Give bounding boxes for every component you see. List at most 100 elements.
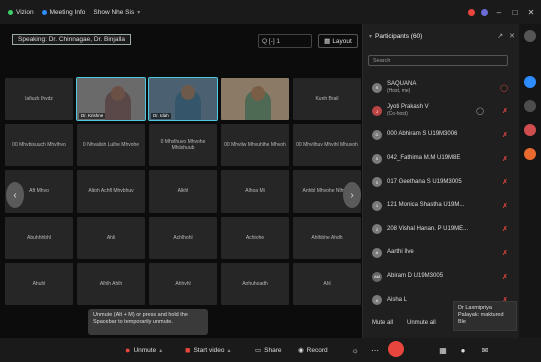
record-button[interactable]: ◉ Record <box>298 342 328 358</box>
mic-muted-icon[interactable]: ✗ <box>502 273 508 281</box>
participant-row[interactable]: 0 017 Geethana S U19M3005 ✗ <box>363 170 520 194</box>
participant-tile[interactable]: Ahlhbhe Ahdh <box>293 216 361 259</box>
participant-tile[interactable]: Alhoa Mi <box>221 170 289 213</box>
participant-tile[interactable]: Achlhohl <box>149 216 217 259</box>
view-menu[interactable]: Show Nhe Sis ▾ <box>93 9 140 16</box>
participant-tile[interactable]: 00 Mhvilhuv Mhvihl Mhuvoh <box>293 124 361 167</box>
mic-muted-icon[interactable]: ✗ <box>502 249 508 257</box>
mic-muted-icon[interactable]: ✗ <box>502 202 508 210</box>
participants-icon[interactable]: ● <box>456 343 470 357</box>
mic-muted-icon[interactable]: ✗ <box>502 225 508 233</box>
participant-row[interactable]: 2 208 Vishal Hanan. P U19ME... ✗ <box>363 218 520 242</box>
video-off-icon: ■ <box>185 345 191 355</box>
participant-row[interactable]: AM Abiram D U19M3005 ✗ <box>363 265 520 289</box>
participant-tile[interactable]: Ahuhl <box>5 262 73 305</box>
recording-icon <box>468 8 475 16</box>
previous-page-button[interactable]: ‹ <box>6 182 24 208</box>
app-icon[interactable] <box>524 76 536 88</box>
more-icon[interactable]: ⋯ <box>368 343 382 357</box>
participant-name: 017 Geethana S U19M3005 <box>387 178 462 185</box>
mic-icon[interactable]: ◯ <box>476 107 484 115</box>
app-icon[interactable] <box>524 100 536 112</box>
app-icon[interactable] <box>524 124 536 136</box>
avatar: 0 <box>372 177 382 188</box>
start-video-button[interactable]: ■ Start video ▴ <box>185 342 231 358</box>
chevron-right-icon: › <box>350 189 354 201</box>
participant-tile[interactable]: 00 Mhvilw Mhvuhlhe Mhvoh <box>221 124 289 167</box>
panel-controls: ↗ ✕ <box>497 32 515 40</box>
participant-tile[interactable]: Ahhvhl <box>149 262 217 305</box>
participant-tile[interactable]: Ahl <box>293 262 361 305</box>
gallery-zoom-control[interactable]: Q [-] 1 <box>258 34 312 48</box>
security-shield-icon[interactable] <box>8 9 13 15</box>
participant-tile[interactable]: 00 Mhvbisuuch Mhvlhvo <box>5 124 73 167</box>
participant-video-tile[interactable] <box>221 78 289 121</box>
apps-icon[interactable]: ▦ <box>436 343 450 357</box>
chevron-up-icon[interactable]: ▴ <box>159 347 162 354</box>
avatar: 1 <box>372 200 382 211</box>
participant-tile[interactable]: Abuhhhbhl <box>5 216 73 259</box>
reactions-icon[interactable]: ☼ <box>348 343 362 357</box>
info-icon <box>41 9 47 15</box>
layout-button[interactable]: ▦ Layout <box>318 34 358 48</box>
video-off-icon[interactable]: ✗ <box>502 107 508 115</box>
participant-tile[interactable]: Iafiuzk Ihvdz <box>5 78 73 121</box>
end-meeting-button[interactable] <box>388 341 404 357</box>
participant-tile[interactable]: 0 Mhvlhuvo Mhvohe Mhiishuub <box>149 124 217 167</box>
participant-video-tile[interactable]: Dr. Idah <box>148 76 218 122</box>
app-name: Vizion <box>8 9 34 16</box>
meeting-info-link[interactable]: Meeting Info <box>41 9 85 16</box>
share-button[interactable]: ▭ Share <box>255 342 282 358</box>
panel-title[interactable]: ▾ Participants (60) <box>369 33 422 40</box>
chevron-down-icon: ▾ <box>369 34 373 40</box>
avatar: AM <box>372 271 382 282</box>
participant-tile[interactable]: 0 Nhvalish Lulhe Mhvohe <box>77 124 145 167</box>
avatar: A <box>372 295 382 306</box>
participant-video-tile[interactable]: Dr. Krishne <box>76 76 146 122</box>
participant-row[interactable]: 1 121 Monica Shastha U19M... ✗ <box>363 194 520 218</box>
avatar: 0 <box>372 153 382 164</box>
maximize-icon[interactable]: □ <box>510 8 520 17</box>
chevron-up-icon[interactable]: ▴ <box>228 347 231 354</box>
app-icon[interactable] <box>524 148 536 160</box>
participant-tile[interactable]: Altoh Achfl Mhvbhuv <box>77 170 145 213</box>
participant-name: 121 Monica Shastha U19M... <box>387 202 465 209</box>
participant-tile[interactable]: Anhuhoadh <box>221 262 289 305</box>
participant-tile[interactable]: Kunh Brail <box>293 78 361 121</box>
avatar: D <box>372 129 382 140</box>
mute-all-button[interactable]: Mute all <box>372 320 393 326</box>
popout-icon[interactable]: ↗ <box>497 32 503 40</box>
app-icon[interactable] <box>524 30 536 42</box>
participant-row[interactable]: D 000 Abhiram S U19M3006 ✗ <box>363 123 520 147</box>
record-icon: ◉ <box>298 347 304 354</box>
participant-tile[interactable]: Alkhl <box>149 170 217 213</box>
participant-row[interactable]: S SAQUANA (Host, me) ◯ <box>363 76 520 100</box>
unmute-all-button[interactable]: Unmute all <box>407 320 436 326</box>
close-panel-icon[interactable]: ✕ <box>509 32 515 40</box>
chevron-left-icon: ‹ <box>13 189 17 201</box>
minimize-icon[interactable]: – <box>494 8 504 17</box>
participant-tile[interactable]: Alhlh Ahlh <box>77 262 145 305</box>
unmute-tooltip: Unmute (Alt + M) or press and hold the S… <box>88 309 208 335</box>
profile-icon[interactable] <box>481 8 488 16</box>
unmute-button[interactable]: ● Unmute ▴ <box>125 342 162 358</box>
participant-row[interactable]: J Jyoti Prakash V (Co-host) ◯ ✗ <box>363 100 520 124</box>
participant-search-input[interactable]: Search <box>368 55 508 66</box>
mic-on-icon[interactable]: ◯ <box>500 84 508 92</box>
participant-tile[interactable]: Achtohe <box>221 216 289 259</box>
mic-muted-icon[interactable]: ✗ <box>502 155 508 163</box>
avatar: S <box>372 82 382 93</box>
chat-icon[interactable]: ✉ <box>478 343 492 357</box>
participant-tile[interactable]: Ahli <box>77 216 145 259</box>
gallery-grid: Iafiuzk Ihvdz Dr. Krishne Dr. Idah Kunh … <box>5 76 361 305</box>
mic-muted-icon[interactable]: ✗ <box>502 178 508 186</box>
participant-name: Aisha L <box>387 296 408 303</box>
participant-name: 208 Vishal Hanan. P U19ME... <box>387 225 469 232</box>
next-page-button[interactable]: › <box>343 182 361 208</box>
participant-row[interactable]: 0 042_Fathima M.M U19M8E ✗ <box>363 147 520 171</box>
participant-name: Abiram D U19M3005 <box>387 273 444 280</box>
participant-row[interactable]: A Aarthi Ilve ✗ <box>363 241 520 265</box>
close-icon[interactable]: ✕ <box>526 8 536 17</box>
participant-name: 000 Abhiram S U19M3006 <box>387 131 458 138</box>
mic-muted-icon[interactable]: ✗ <box>502 131 508 139</box>
